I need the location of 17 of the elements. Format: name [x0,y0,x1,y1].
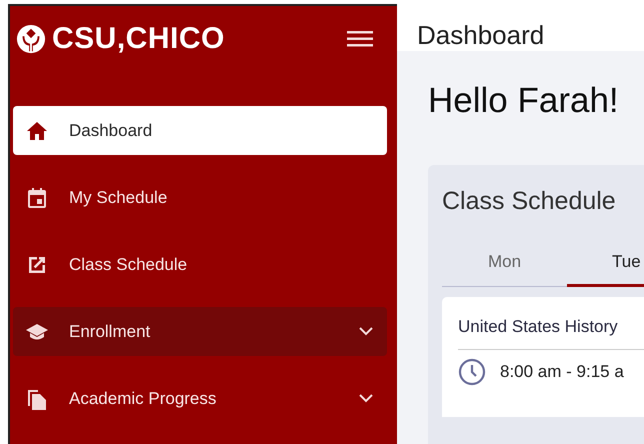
nav-item[interactable]: Dashboard [13,106,387,155]
menu-icon[interactable] [347,30,373,48]
nav-item[interactable]: My Schedule [13,173,387,222]
page-title: Dashboard [417,20,544,51]
class-time: 8:00 am - 9:15 a [500,362,624,382]
card-title: Class Schedule [442,187,617,216]
nav-item[interactable]: Class Schedule [13,240,387,289]
logo-text: CSU,CHICO [52,22,225,56]
nav-item[interactable]: Academic Progress [13,374,387,423]
clock-icon [458,358,486,386]
day-tab[interactable]: Mon [442,246,567,286]
greeting-heading: Hello Farah! [428,81,620,121]
nav-item[interactable]: Enrollment [13,307,387,356]
day-tab[interactable]: Tue [567,246,644,287]
logo-icon [16,24,46,54]
calendar-icon [25,186,49,210]
class-name: United States History [458,317,644,350]
